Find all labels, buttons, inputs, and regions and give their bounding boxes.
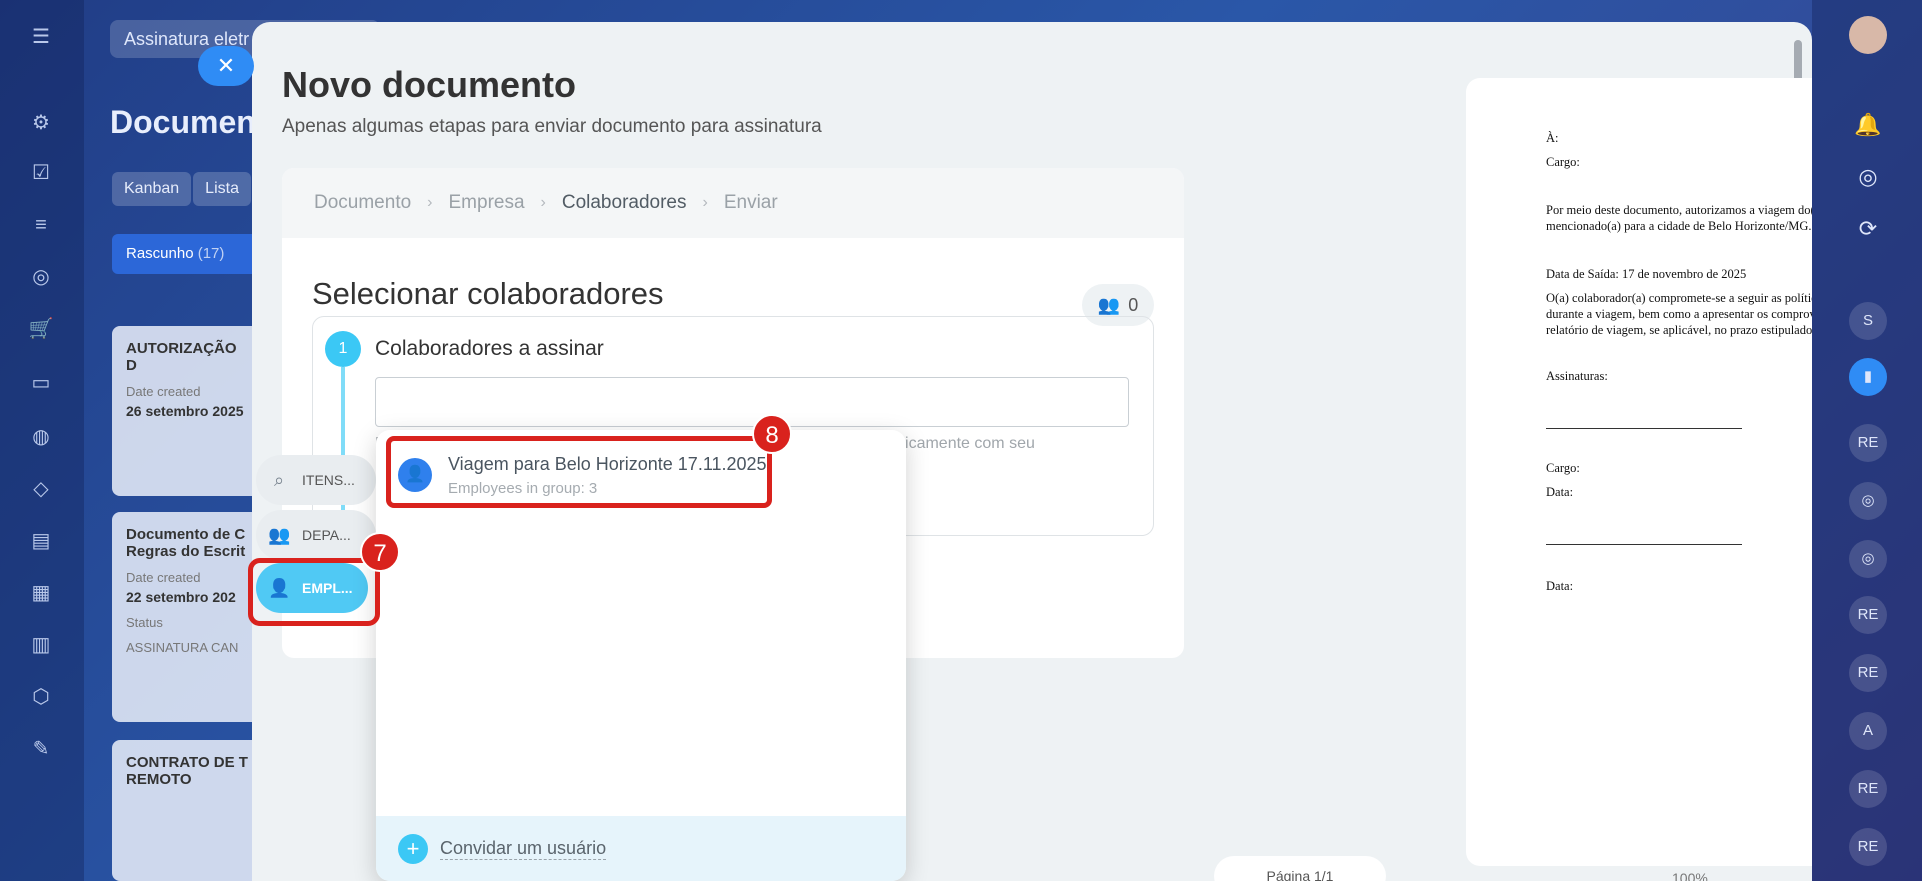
user-avatar[interactable] <box>1849 16 1887 54</box>
tab-kanban[interactable]: Kanban <box>112 172 192 206</box>
chart-icon[interactable]: ▥ <box>28 632 54 658</box>
background-title: Document <box>110 104 267 140</box>
doc-paragraph: Por meio deste documento, autorizamos a … <box>1546 203 1812 233</box>
tasks-icon[interactable]: ☑ <box>28 160 54 186</box>
channel-icon[interactable]: ◎ <box>1849 482 1887 520</box>
card-status: ASSINATURA CAN <box>126 640 239 655</box>
breadcrumb: Documento › Empresa › Colaboradores › En… <box>282 168 1184 238</box>
avatar[interactable]: RE <box>1849 654 1887 692</box>
breadcrumb-documento[interactable]: Documento <box>314 192 411 214</box>
tab-label: DEPA... <box>302 527 351 543</box>
highlight-box-8 <box>386 436 772 508</box>
modal-subtitle: Apenas algumas etapas para enviar docume… <box>282 116 822 137</box>
crm-icon[interactable]: ⚙ <box>28 110 54 136</box>
avatar[interactable]: RE <box>1849 424 1887 462</box>
bookmark-icon[interactable]: ▮ <box>1849 358 1887 396</box>
breadcrumb-enviar[interactable]: Enviar <box>724 192 778 214</box>
department-icon: 👥 <box>268 524 291 545</box>
column-label: Rascunho <box>126 245 194 262</box>
filter-icon[interactable]: ≡ <box>28 212 54 238</box>
channel-icon[interactable]: ◎ <box>1849 540 1887 578</box>
callout-badge-7: 7 <box>360 532 400 572</box>
doc-date: Data: <box>1546 579 1574 593</box>
invite-user-button[interactable]: + Convidar um usuário <box>376 816 906 881</box>
card-title: Documento de C Regras do Escrit <box>126 526 246 560</box>
card-icon[interactable]: ▭ <box>28 370 54 396</box>
card-title: CONTRATO DE T REMOTO <box>126 754 248 788</box>
avatar[interactable]: RE <box>1849 828 1887 866</box>
doc-role: Cargo: <box>1546 461 1580 475</box>
card-date: 22 setembro 202 <box>126 589 236 605</box>
tab-departments[interactable]: 👥 DEPA... <box>256 510 376 560</box>
kanban-card[interactable]: Documento de C Regras do Escrit Date cre… <box>112 512 262 722</box>
doc-paragraph: O(a) colaborador(a) compromete-se a segu… <box>1546 291 1812 337</box>
chevron-right-icon: › <box>540 194 546 211</box>
tab-lista[interactable]: Lista <box>193 172 251 206</box>
target-icon[interactable]: ◎ <box>1849 158 1887 196</box>
shield-icon[interactable]: ⬡ <box>28 684 54 710</box>
plus-icon: + <box>398 833 428 864</box>
background-tabs: Kanban Lista <box>112 172 251 206</box>
doc-to: À: <box>1546 131 1559 145</box>
breadcrumb-empresa[interactable]: Empresa <box>449 192 525 214</box>
close-icon: ✕ <box>216 53 236 78</box>
tab-items[interactable]: ⌕ ITENS... <box>256 455 376 505</box>
cart-icon[interactable]: 🛒 <box>28 316 54 342</box>
chevron-right-icon: › <box>702 194 708 211</box>
bell-icon[interactable]: 🔔 <box>1849 106 1887 144</box>
close-slider-button[interactable]: ✕ <box>198 46 254 86</box>
card-date-label: Date created <box>126 570 201 585</box>
kanban-card[interactable]: CONTRATO DE T REMOTO <box>112 740 262 881</box>
zoom-level[interactable]: 100% <box>1672 870 1708 881</box>
avatar[interactable]: RE <box>1849 596 1887 634</box>
chevron-right-icon: › <box>427 194 433 211</box>
avatar[interactable]: RE <box>1849 770 1887 808</box>
column-count: (17) <box>197 245 225 262</box>
signature-line <box>1546 428 1742 429</box>
sync-icon[interactable]: ⟳ <box>1849 210 1887 248</box>
step-label: Colaboradores a assinar <box>375 337 604 360</box>
document-preview: À: Cargo: Por meio deste documento, auto… <box>1466 78 1812 866</box>
building-icon[interactable]: ▤ <box>28 528 54 554</box>
modal-title: Novo documento <box>282 64 576 105</box>
doc-signatures: Assinaturas: <box>1546 369 1608 383</box>
menu-icon[interactable]: ☰ <box>28 24 54 50</box>
sign-icon[interactable]: ✎ <box>28 736 54 762</box>
card-date-label: Date created <box>126 384 201 399</box>
card-title: AUTORIZAÇÃO D <box>126 340 237 374</box>
signature-line <box>1546 544 1742 545</box>
search-list-icon: ⌕ <box>273 469 285 490</box>
card-status-label: Status <box>126 615 163 630</box>
highlight-box-7 <box>248 558 380 626</box>
section-title: Selecionar colaboradores <box>312 276 664 311</box>
card-date: 26 setembro 2025 <box>126 403 244 419</box>
kanban-card[interactable]: AUTORIZAÇÃO D Date created 26 setembro 2… <box>112 326 262 496</box>
robot-icon[interactable]: ◍ <box>28 424 54 450</box>
kanban-column-header: Rascunho (17) <box>112 234 272 274</box>
callout-badge-8: 8 <box>752 414 792 454</box>
right-sidebar: 🔔 ◎ ⟳ S ▮ RE ◎ ◎ RE RE A RE RE <box>1812 0 1922 881</box>
counter-value: 0 <box>1128 294 1139 315</box>
invite-label: Convidar um usuário <box>440 837 607 860</box>
left-sidebar: ☰ ⚙ ☑ ≡ ◎ 🛒 ▭ ◍ ◇ ▤ ▦ ▥ ⬡ ✎ <box>0 0 84 881</box>
signers-input[interactable] <box>375 377 1129 427</box>
avatar[interactable]: A <box>1849 712 1887 750</box>
calendar-icon[interactable]: ▦ <box>28 580 54 606</box>
breadcrumb-colaboradores[interactable]: Colaboradores <box>562 192 687 214</box>
step-number: 1 <box>325 331 361 367</box>
avatar[interactable]: S <box>1849 302 1887 340</box>
target-icon[interactable]: ◎ <box>28 264 54 290</box>
page-indicator[interactable]: Página 1/1 <box>1214 856 1386 881</box>
doc-departure: Data de Saída: 17 de novembro de 2025 <box>1546 267 1747 281</box>
people-icon: 👥 <box>1097 294 1121 315</box>
box-icon[interactable]: ◇ <box>28 476 54 502</box>
doc-role: Cargo: <box>1546 155 1580 169</box>
tab-label: ITENS... <box>302 472 355 488</box>
doc-date: Data: <box>1546 485 1574 499</box>
